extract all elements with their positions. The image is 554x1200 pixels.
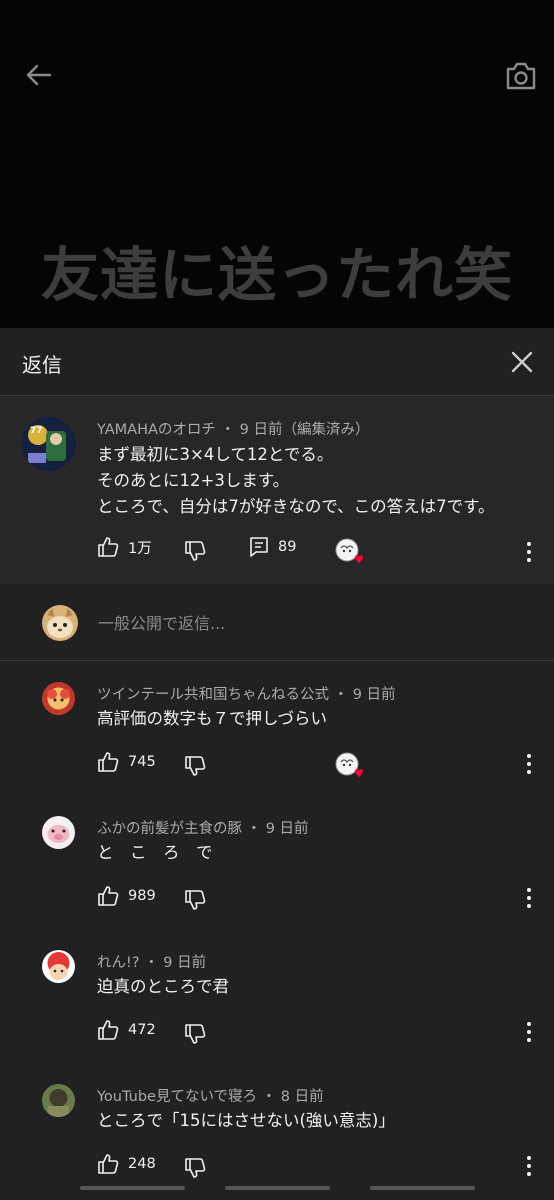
comment-icon — [250, 537, 268, 557]
list-item: ツインテール共和国ちゃんねる公式 ・ 9 日前 高評価の数字も７で押しづらい 7… — [0, 670, 554, 804]
avatar[interactable] — [42, 682, 75, 715]
thumbs-down-icon — [185, 1158, 206, 1178]
creator-heart-icon — [335, 752, 363, 780]
parent-comment: 77 YAMAHAのオロチ ・ 9 日前（編集済み） まず最初に3×4して12と… — [0, 397, 554, 584]
comment-author[interactable]: YouTube見てないで寝ろ — [97, 1089, 257, 1105]
thumbs-up-icon — [98, 537, 119, 557]
more-options-icon[interactable] — [525, 887, 533, 909]
thumbs-down-icon — [185, 541, 206, 561]
like-button[interactable]: 472 — [97, 1019, 156, 1041]
avatar[interactable] — [42, 1084, 75, 1117]
comment-text-line: ところで、自分は7が好きなので、この答えは7です。 — [97, 497, 495, 516]
like-count: 472 — [128, 1022, 156, 1038]
close-icon[interactable] — [508, 348, 536, 376]
comment-author[interactable]: ツインテール共和国ちゃんねる公式 — [97, 687, 329, 703]
list-item: ふかの前髪が主食の豚 ・ 9 日前 と こ ろ で 989 — [0, 804, 554, 938]
camera-icon[interactable] — [504, 60, 538, 92]
dislike-button[interactable] — [184, 755, 206, 777]
video-overlay-text: 友達に送ったれ笑 — [40, 241, 513, 309]
thumbs-down-icon — [185, 1024, 206, 1044]
back-arrow-icon[interactable] — [22, 58, 56, 92]
scroll-indicator — [225, 1186, 330, 1190]
comment-time: 9 日前 — [163, 955, 207, 971]
list-item: れん!? ・ 9 日前 迫真のところで君 472 — [0, 938, 554, 1072]
comment-time: 9 日前 — [265, 821, 309, 837]
comment-author[interactable]: YAMAHAのオロチ — [97, 422, 216, 438]
replies-panel: 返信 77 YAMAHAのオロチ ・ 9 日前（編集済み） まず最初に3×4して… — [0, 328, 554, 1200]
replies-title: 返信 — [22, 353, 62, 377]
more-options-icon[interactable] — [525, 1021, 533, 1043]
scroll-indicator — [370, 1186, 475, 1190]
comment-meta: ツインテール共和国ちゃんねる公式 ・ 9 日前 — [97, 687, 396, 703]
thumbs-up-icon — [98, 886, 119, 906]
scroll-indicator — [80, 1186, 185, 1190]
like-button[interactable]: 745 — [97, 751, 156, 773]
thumbs-down-icon — [185, 890, 206, 910]
like-button[interactable]: 248 — [97, 1153, 156, 1175]
more-options-icon[interactable] — [525, 753, 533, 775]
comment-meta: YouTube見てないで寝ろ ・ 8 日前 — [97, 1089, 324, 1105]
like-count: 248 — [128, 1156, 156, 1172]
avatar[interactable] — [42, 816, 75, 849]
svg-text:77: 77 — [30, 426, 43, 436]
comment-text: ところで「15にはさせない(強い意志)」 — [97, 1111, 395, 1130]
like-count: 745 — [128, 754, 156, 770]
list-item: YouTube見てないで寝ろ ・ 8 日前 ところで「15にはさせない(強い意志… — [0, 1072, 554, 1200]
comment-text-line: そのあとに12+3します。 — [97, 471, 290, 490]
dislike-button[interactable] — [184, 889, 206, 911]
thumbs-up-icon — [98, 752, 119, 772]
dislike-button[interactable] — [184, 1157, 206, 1179]
comment-time: 9 日前 — [352, 687, 396, 703]
like-count: 989 — [128, 888, 156, 904]
more-options-icon[interactable] — [525, 1155, 533, 1177]
comment-meta: YAMAHAのオロチ ・ 9 日前（編集済み） — [97, 422, 370, 438]
avatar[interactable]: 77 — [22, 417, 76, 471]
thumbs-up-icon — [98, 1020, 119, 1040]
avatar — [42, 605, 78, 641]
thumbs-down-icon — [185, 756, 206, 776]
comment-text: と こ ろ で — [97, 843, 213, 862]
dislike-button[interactable] — [184, 540, 206, 562]
video-player[interactable]: 友達に送ったれ笑 — [0, 0, 554, 328]
replies-header: 返信 — [0, 328, 554, 396]
avatar[interactable] — [42, 950, 75, 983]
reply-button[interactable]: 89 — [249, 536, 296, 558]
reply-input-placeholder[interactable]: 一般公開で返信... — [98, 610, 225, 634]
creator-heart-icon — [335, 538, 363, 566]
comment-time: 9 日前（編集済み） — [239, 422, 370, 438]
comment-time: 8 日前 — [280, 1089, 324, 1105]
more-options-icon[interactable] — [525, 541, 533, 563]
reply-count: 89 — [278, 539, 297, 555]
comment-text: 迫真のところで君 — [97, 977, 229, 996]
comment-text: 高評価の数字も７で押しづらい — [97, 709, 328, 728]
comment-author[interactable]: れん!? — [97, 955, 140, 971]
like-count: 1万 — [128, 540, 152, 557]
thumbs-up-icon — [98, 1154, 119, 1174]
dislike-button[interactable] — [184, 1023, 206, 1045]
reply-input-row[interactable]: 一般公開で返信... — [0, 585, 554, 661]
comment-author[interactable]: ふかの前髪が主食の豚 — [97, 821, 242, 837]
like-button[interactable]: 989 — [97, 885, 156, 907]
like-button[interactable]: 1万 — [97, 536, 152, 558]
comment-meta: れん!? ・ 9 日前 — [97, 955, 207, 971]
comment-meta: ふかの前髪が主食の豚 ・ 9 日前 — [97, 821, 309, 837]
comment-text-line: まず最初に3×4して12とでる。 — [97, 445, 334, 464]
